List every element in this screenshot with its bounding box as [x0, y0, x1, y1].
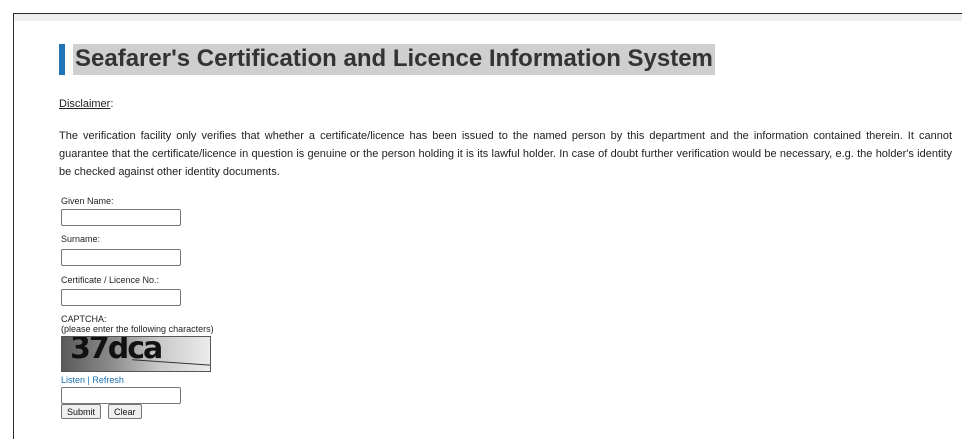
surname-label: Surname:: [61, 234, 101, 244]
disclaimer-text: The verification facility only verifies …: [59, 130, 952, 178]
captcha-listen-link[interactable]: Listen: [61, 375, 85, 385]
disclaimer-label: Disclaimer:: [59, 98, 114, 110]
certificate-number-input[interactable]: [61, 289, 181, 306]
clear-button[interactable]: Clear: [108, 404, 142, 419]
captcha-input[interactable]: [61, 387, 181, 404]
top-strip: [14, 14, 962, 21]
page-header: Seafarer's Certification and Licence Inf…: [59, 44, 715, 75]
captcha-label-block: CAPTCHA: (please enter the following cha…: [61, 314, 214, 334]
page-frame: Seafarer's Certification and Licence Inf…: [13, 13, 962, 439]
disclaimer-heading: Disclaimer: [59, 98, 111, 110]
captcha-links: Listen | Refresh: [61, 375, 124, 385]
captcha-image-text: 37dca: [70, 336, 163, 366]
title-accent-bar: [59, 44, 65, 75]
captcha-hint: (please enter the following characters): [61, 324, 214, 334]
surname-input[interactable]: [61, 249, 181, 266]
captcha-refresh-link[interactable]: Refresh: [92, 375, 124, 385]
submit-button[interactable]: Submit: [61, 404, 102, 419]
certificate-number-label: Certificate / Licence No.:: [61, 275, 160, 285]
captcha-image: 37dca: [61, 336, 211, 372]
given-name-input[interactable]: [61, 209, 181, 226]
given-name-label: Given Name:: [61, 196, 114, 206]
page-title: Seafarer's Certification and Licence Inf…: [73, 44, 715, 75]
captcha-label: CAPTCHA:: [61, 314, 107, 324]
